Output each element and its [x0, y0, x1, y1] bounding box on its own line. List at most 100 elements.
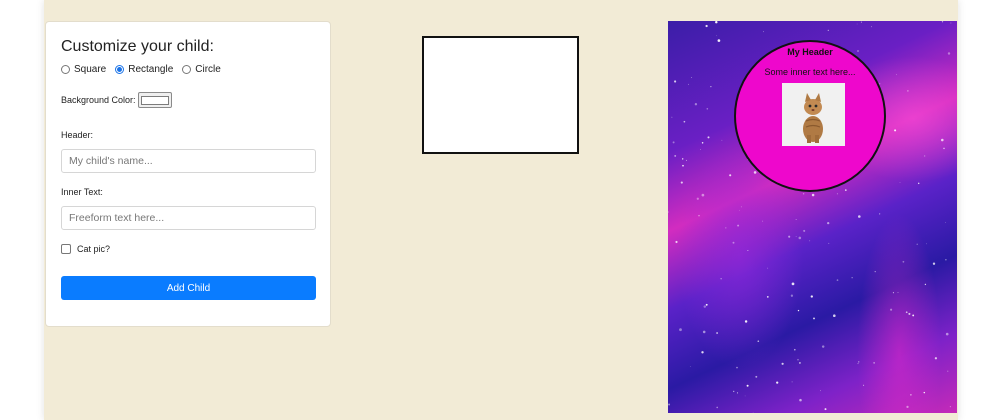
star: [747, 250, 749, 251]
customize-panel: Customize your child: Square Rectangle C…: [45, 21, 331, 327]
star: [675, 240, 678, 244]
star: [766, 295, 769, 298]
star: [892, 292, 894, 294]
star: [755, 375, 758, 378]
star: [809, 240, 811, 242]
star: [715, 21, 718, 24]
star: [856, 23, 858, 25]
star: [691, 76, 693, 78]
shape-option-rectangle[interactable]: Rectangle: [115, 64, 173, 75]
header-label: Header:: [61, 130, 94, 140]
star: [897, 292, 899, 293]
star: [947, 52, 951, 55]
star: [710, 86, 712, 88]
star: [858, 215, 861, 218]
star: [907, 90, 909, 92]
star: [950, 22, 952, 24]
star: [674, 80, 677, 83]
background-color-picker[interactable]: [137, 92, 172, 108]
cat-pic-option[interactable]: Cat pic?: [61, 244, 110, 254]
star: [860, 21, 862, 23]
star: [795, 219, 797, 220]
star: [753, 171, 757, 174]
star: [707, 136, 710, 139]
child-header: My Header: [787, 47, 833, 57]
header-input[interactable]: [61, 149, 316, 173]
star: [934, 357, 938, 360]
cat-icon: [782, 83, 845, 146]
radio-button[interactable]: [182, 65, 192, 74]
star: [863, 384, 865, 386]
star: [798, 236, 802, 240]
star: [716, 406, 718, 409]
radio-button[interactable]: [61, 65, 70, 74]
star: [740, 206, 742, 208]
star: [721, 139, 723, 141]
star: [798, 361, 801, 364]
shape-option-square[interactable]: Square: [61, 64, 106, 75]
star: [810, 295, 813, 298]
panel-title: Customize your child:: [61, 38, 214, 55]
star: [871, 26, 873, 28]
background-color-row: Background Color:: [61, 92, 172, 108]
star: [781, 362, 784, 365]
star: [683, 120, 686, 123]
circle-child[interactable]: My Header Some inner text here...: [734, 40, 886, 192]
star: [701, 193, 705, 197]
star: [828, 242, 830, 244]
star: [924, 283, 927, 286]
add-child-button[interactable]: Add Child: [61, 276, 316, 300]
star: [746, 384, 749, 387]
rectangle-child-preview[interactable]: [422, 36, 579, 154]
star: [694, 103, 698, 106]
star: [949, 406, 951, 408]
star: [680, 181, 683, 184]
star: [720, 278, 722, 280]
star: [932, 262, 936, 265]
radio-button-checked[interactable]: [115, 65, 125, 74]
cat-pic-checkbox[interactable]: [61, 244, 71, 254]
star: [790, 294, 794, 297]
star: [797, 358, 799, 361]
star: [668, 211, 669, 213]
star: [916, 243, 918, 245]
star: [899, 182, 901, 183]
star: [696, 197, 699, 200]
star: [739, 209, 741, 211]
star: [811, 193, 815, 197]
star: [682, 164, 684, 167]
star: [688, 83, 689, 85]
star: [824, 408, 827, 411]
shape-option-label: Circle: [195, 64, 221, 75]
shape-option-circle[interactable]: Circle: [182, 64, 221, 75]
star: [744, 320, 748, 323]
star: [910, 394, 912, 396]
star: [894, 129, 897, 132]
star: [906, 405, 909, 409]
star: [879, 213, 881, 215]
star: [744, 395, 746, 397]
star: [762, 220, 764, 222]
star: [944, 222, 946, 224]
star: [791, 381, 793, 383]
star: [813, 317, 815, 320]
star: [737, 224, 740, 227]
star: [705, 24, 708, 28]
background-color-label: Background Color:: [61, 95, 136, 105]
star: [791, 282, 795, 286]
star: [776, 381, 779, 384]
star: [917, 182, 920, 185]
star: [836, 193, 838, 195]
shape-option-label: Rectangle: [128, 64, 174, 75]
star: [821, 345, 825, 348]
star: [752, 412, 754, 413]
star: [700, 149, 702, 151]
star: [799, 398, 802, 402]
star: [945, 332, 949, 336]
star: [729, 174, 732, 177]
star: [802, 193, 805, 195]
inner-text-input[interactable]: [61, 206, 316, 230]
star: [705, 303, 708, 306]
star: [844, 189, 847, 191]
star: [890, 308, 893, 311]
